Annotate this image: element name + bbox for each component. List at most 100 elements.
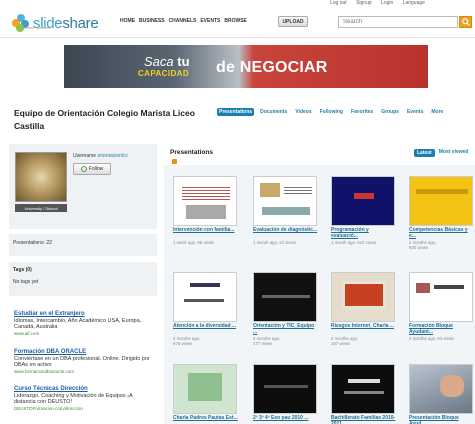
presentation-card[interactable]: Bachillerato Familias 2010-2011 (328, 360, 398, 424)
presentation-card[interactable]: Intervención con familia... 1 week ago, … (170, 172, 240, 254)
presentation-title[interactable]: Bachillerato Familias 2010-2011 (331, 415, 397, 424)
ad-body: Idiomas, Intercambio, Año Académico USA,… (14, 317, 142, 331)
presentation-meta: 2 months ago, 83 views (409, 336, 455, 341)
presentation-thumbnail[interactable] (173, 176, 237, 226)
ad-body: Liderazgo, Coaching y Motivación de Equi… (14, 392, 133, 406)
tab-following[interactable]: Following (318, 108, 345, 116)
search-button[interactable] (459, 16, 472, 28)
presentation-card[interactable]: Evaluación de diagnóstic... 1 month ago,… (250, 172, 320, 254)
presentation-card[interactable]: Formación Bloque Ayudant... 2 months ago… (406, 268, 475, 350)
presentation-meta: 1 month ago, 22 views (253, 240, 296, 245)
tab-documents[interactable]: Documents (258, 108, 289, 116)
presentation-views: 187 views (331, 341, 351, 346)
presentation-title[interactable]: 2º 3º 4º Eso pau 2010 ... (253, 415, 319, 422)
presentation-title[interactable]: Programación y evaluació... (331, 227, 397, 240)
profile-card: University / School Username orientacion… (9, 144, 157, 229)
sort-options: Latest Most viewed (414, 149, 468, 157)
presentation-title[interactable]: Orientación y TIC_Equipo ... (253, 323, 319, 336)
presentation-thumbnail[interactable] (409, 176, 473, 226)
username-link[interactable]: orientacionlcc (97, 153, 128, 159)
sponsored-ad: Formación DBA ORACLE Conviértase en un D… (14, 349, 154, 375)
login-link[interactable]: Login (381, 0, 393, 6)
presentation-meta: 1 month ago, 810 views (331, 240, 377, 245)
presentation-card[interactable]: Riesgos Internet_Charla ... 2 months ago… (328, 268, 398, 350)
presentation-title[interactable]: Charla Padres Pautas Est... (173, 415, 239, 422)
presentation-title[interactable]: Atención a la diversidad ... (173, 323, 239, 330)
presentation-views: 177 views (253, 341, 273, 346)
presentation-title[interactable]: Intervención con familia... (173, 227, 239, 234)
presentation-thumbnail[interactable] (409, 272, 473, 322)
nav-business[interactable]: BUSINESS (139, 18, 165, 24)
banner-line-2: CAPACIDAD (138, 69, 190, 78)
follow-button[interactable]: Follow (73, 163, 111, 175)
presentation-card[interactable]: Presentación Bloque Ayud... (406, 360, 475, 424)
banner-ad[interactable]: Saca tu CAPACIDAD de NEGOCIAR (64, 45, 428, 88)
rss-icon[interactable] (172, 159, 177, 164)
tab-presentations[interactable]: Presentations (217, 108, 255, 116)
tab-favorites[interactable]: Favorites (349, 108, 375, 116)
tab-videos[interactable]: Videos (293, 108, 313, 116)
tags-empty-text: No tags yet (13, 279, 39, 285)
presentations-count: Presentations: 22 (9, 234, 157, 256)
search-input[interactable] (338, 16, 458, 28)
presentation-card[interactable]: Competencias Básicas y e... 2 months ago… (406, 172, 475, 254)
presentation-title[interactable]: Competencias Básicas y e... (409, 227, 475, 240)
presentation-thumbnail[interactable] (331, 364, 395, 414)
sort-most-viewed[interactable]: Most viewed (439, 149, 469, 157)
presentation-thumbnail[interactable] (173, 364, 237, 414)
nav-channels[interactable]: CHANNELS (169, 18, 197, 24)
search-icon (461, 18, 470, 26)
banner-line-1: Saca tu (144, 54, 190, 69)
tags-heading: Tags (0) (13, 267, 32, 273)
nav-home[interactable]: HOME (120, 18, 135, 24)
sponsored-ad: Estudiar en el Extranjero Idiomas, Inter… (14, 311, 154, 337)
ad-url[interactable]: DEUSTOFormacion.com/direccion (14, 406, 154, 413)
presentation-thumbnail[interactable] (253, 176, 317, 226)
tab-more[interactable]: More (429, 108, 445, 116)
ad-url[interactable]: www.formaciondbaoracle.com (14, 369, 154, 376)
tags-box: Tags (0) No tags yet (9, 262, 157, 296)
presentation-card[interactable]: Charla Padres Pautas Est... (170, 360, 240, 424)
main-nav: HOME BUSINESS CHANNELS EVENTS BROWSE (120, 18, 247, 24)
presentation-card[interactable]: Atención a la diversidad ... 2 months ag… (170, 268, 240, 350)
ad-url[interactable]: www.aif.com (14, 331, 154, 338)
follow-icon (80, 166, 87, 172)
profile-tabs: Presentations Documents Videos Following… (217, 108, 445, 116)
presentation-views: 830 views (409, 245, 429, 250)
top-utility-links: Log out Signup Login Language (330, 0, 475, 6)
account-type-badge: University / School (15, 204, 67, 212)
logo-tagline: present yourself (22, 25, 51, 30)
presentation-views: 676 views (173, 341, 193, 346)
presentation-thumbnail[interactable] (331, 176, 395, 226)
sponsored-ad: Curso Técnicas Dirección Liderazgo, Coac… (14, 386, 154, 412)
presentation-thumbnail[interactable] (253, 272, 317, 322)
presentation-card[interactable]: Programación y evaluació... 1 month ago,… (328, 172, 398, 254)
avatar[interactable] (15, 152, 67, 202)
upload-button[interactable]: UPLOAD (278, 16, 308, 27)
presentation-thumbnail[interactable] (409, 364, 473, 414)
username-line: Username orientacionlcc (73, 153, 129, 159)
presentation-card[interactable]: 2º 3º 4º Eso pau 2010 ... (250, 360, 320, 424)
presentation-title[interactable]: Presentación Bloque Ayud... (409, 415, 475, 424)
logout-link[interactable]: Log out (330, 0, 347, 6)
presentation-thumbnail[interactable] (331, 272, 395, 322)
presentation-title[interactable]: Riesgos Internet_Charla ... (331, 323, 397, 330)
tab-events[interactable]: Events (405, 108, 425, 116)
presentation-meta: 1 week ago, 86 views (173, 240, 215, 245)
banner-line-3: de NEGOCIAR (216, 59, 328, 76)
signup-link[interactable]: Signup (356, 0, 372, 6)
profile-title: Equipo de Orientación Colegio Marista Li… (14, 108, 195, 131)
presentations-heading: Presentations (170, 149, 213, 156)
presentation-thumbnail[interactable] (173, 272, 237, 322)
ad-body: Conviértase en un DBA profesional. Onlin… (14, 355, 150, 369)
presentation-thumbnail[interactable] (253, 364, 317, 414)
language-link[interactable]: Language (403, 0, 425, 6)
presentation-title[interactable]: Formación Bloque Ayudant... (409, 323, 475, 336)
nav-events[interactable]: EVENTS (200, 18, 220, 24)
sort-latest[interactable]: Latest (414, 149, 435, 157)
presentation-card[interactable]: Orientación y TIC_Equipo ... 2 months ag… (250, 268, 320, 350)
presentation-title[interactable]: Evaluación de diagnóstic... (253, 227, 319, 234)
tab-groups[interactable]: Groups (379, 108, 401, 116)
slideshare-logo[interactable]: slideshare (12, 12, 99, 34)
nav-browse[interactable]: BROWSE (224, 18, 247, 24)
